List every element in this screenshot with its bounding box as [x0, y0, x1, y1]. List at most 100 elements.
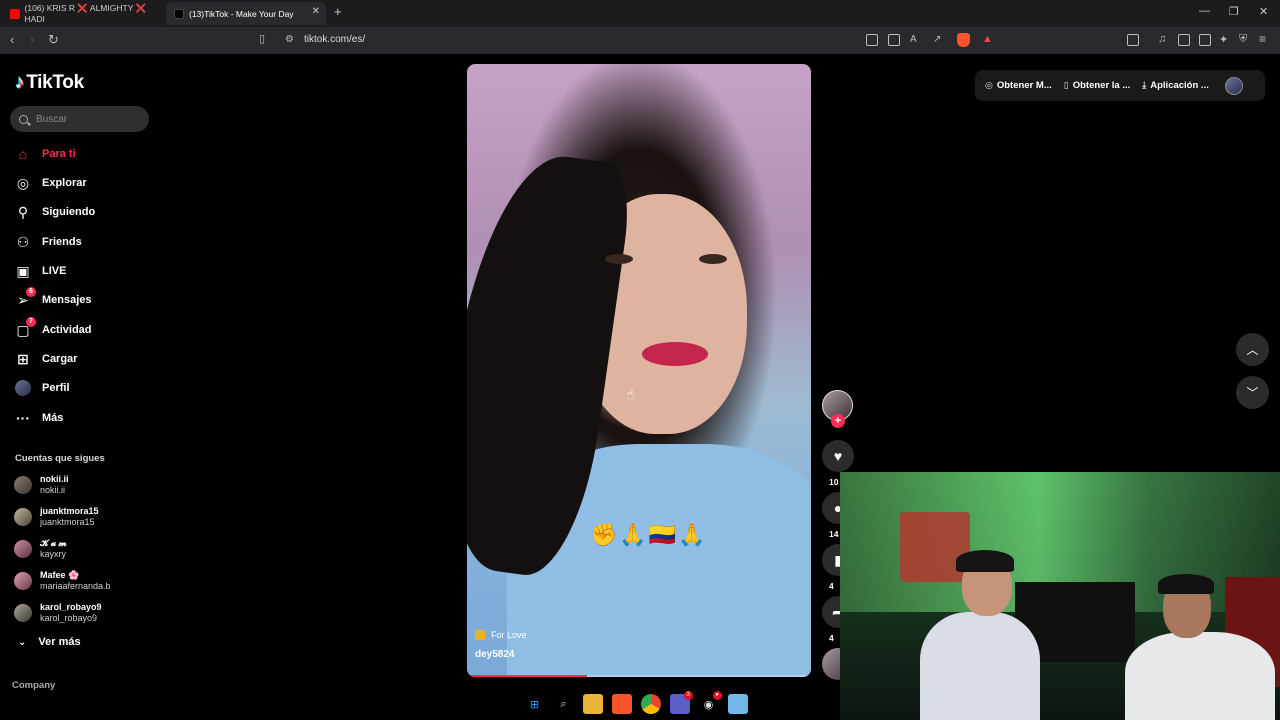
sound-icon: [475, 630, 485, 640]
follow-plus-icon[interactable]: +: [831, 414, 845, 428]
file-explorer-icon[interactable]: [582, 694, 603, 714]
following-section-title: Cuentas que sigues: [15, 453, 105, 464]
account-handle: juanktmora15: [40, 517, 95, 527]
following-account[interactable]: Mafee 🌸 mariaafernanda.b: [14, 568, 111, 594]
sidebar-toggle-icon[interactable]: [1178, 34, 1190, 46]
brave-shields-icon[interactable]: [957, 33, 970, 47]
brave-rewards-icon[interactable]: ▲: [982, 33, 993, 45]
windows-taskbar: ⊞ ⌕ 3 ◉ ●: [520, 690, 760, 718]
search-icon: [19, 114, 28, 124]
nav-label: Cargar: [42, 353, 78, 365]
sound-name: For Love: [491, 630, 527, 640]
previous-video-button[interactable]: ︿: [1236, 333, 1269, 366]
get-coins-label: Obtener M...: [996, 80, 1052, 91]
chevron-down-icon: ﹀: [1246, 386, 1259, 400]
tab-tiktok[interactable]: (13)TikTok - Make Your Day ✕: [166, 2, 326, 25]
download-app-button[interactable]: ⤓ Aplicación ...: [1142, 80, 1209, 91]
following-account[interactable]: nokii.ii nokii.ii: [14, 472, 69, 498]
nav-mensajes[interactable]: ➢ 6 Mensajes: [14, 287, 92, 311]
video-author[interactable]: dey5824: [475, 649, 514, 660]
search-placeholder: Buscar: [36, 113, 68, 125]
nav-para-ti[interactable]: ⌂ Para ti: [14, 143, 76, 165]
save-count: 4: [829, 581, 834, 591]
leo-ai-icon[interactable]: ✦: [1219, 33, 1228, 46]
nav-label: Más: [42, 412, 64, 424]
next-video-button[interactable]: ﹀: [1236, 376, 1269, 409]
sound-label[interactable]: For Love: [475, 630, 527, 640]
nav-label: LIVE: [42, 265, 67, 277]
cast-icon[interactable]: [888, 34, 900, 46]
new-tab-button[interactable]: +: [334, 4, 342, 19]
nav-label: Siguiendo: [42, 206, 96, 218]
like-count: 10: [829, 477, 839, 487]
noscript-icon[interactable]: [866, 34, 878, 46]
nav-mas[interactable]: ··· Más: [14, 407, 63, 429]
screenshot-icon[interactable]: [1127, 34, 1139, 46]
bookmark-icon[interactable]: ▯: [259, 32, 265, 45]
like-button[interactable]: ♥: [822, 440, 854, 472]
nav-label: Para ti: [42, 148, 76, 160]
chrome-icon[interactable]: [640, 694, 661, 714]
close-window-icon[interactable]: ✕: [1259, 5, 1268, 18]
vpn-icon[interactable]: ⛨: [1239, 33, 1247, 46]
avatar: [14, 476, 32, 494]
search-input[interactable]: Buscar: [10, 106, 149, 132]
nav-siguiendo[interactable]: ⚲ Siguiendo: [14, 201, 95, 223]
profile-avatar[interactable]: [1224, 76, 1243, 95]
heart-icon: ♥: [833, 448, 843, 464]
account-name: karol_robayo9: [40, 602, 102, 612]
video-frame-eye: [605, 254, 633, 264]
following-account[interactable]: juanktmora15 juanktmora15: [14, 504, 99, 530]
avatar: [14, 540, 32, 558]
forward-icon[interactable]: ›: [30, 32, 34, 47]
following-account[interactable]: 𝓚 𝓪 𝓶 kayxry: [14, 536, 67, 562]
media-icon[interactable]: ♫: [1158, 33, 1166, 45]
back-icon[interactable]: ‹: [10, 32, 14, 47]
get-app-button[interactable]: ▯ Obtener la ...: [1064, 80, 1131, 91]
share-icon[interactable]: ↗: [933, 34, 941, 45]
account-name: Mafee 🌸: [40, 570, 80, 580]
close-tab-icon[interactable]: ✕: [312, 6, 320, 17]
menu-icon[interactable]: ≡: [1259, 32, 1266, 46]
url-field[interactable]: tiktok.com/es/: [304, 34, 365, 45]
video-player[interactable]: ✊🙏🇨🇴🙏 For Love dey5824: [467, 64, 811, 677]
account-handle: karol_robayo9: [40, 613, 98, 623]
more-icon: ···: [16, 410, 30, 426]
video-progress-bar[interactable]: [467, 675, 811, 677]
see-more-button[interactable]: ⌄ Ver más: [18, 636, 81, 648]
translate-icon[interactable]: A: [910, 34, 917, 45]
minimize-icon[interactable]: —: [1199, 5, 1210, 17]
search-icon[interactable]: ⌕: [554, 694, 574, 714]
tiktok-logo[interactable]: ♪ TikTok: [15, 72, 84, 94]
tab-youtube[interactable]: (106) KRIS R ❌ ALMIGHTY ❌ HADI: [2, 2, 162, 25]
restore-icon[interactable]: ❐: [1229, 5, 1239, 18]
download-icon: ⤓: [1142, 80, 1147, 90]
webcam-person-left: [920, 612, 1040, 720]
nav-explorar[interactable]: ◎ Explorar: [14, 172, 87, 194]
tiktok-note-icon: ♪: [15, 72, 25, 93]
obs-icon[interactable]: ◉ ●: [699, 691, 722, 714]
wallet-icon[interactable]: [1199, 34, 1211, 46]
share-count: 4: [829, 633, 834, 643]
site-info-icon[interactable]: ⚙: [285, 34, 294, 45]
get-coins-button[interactable]: ◎ Obtener M...: [985, 80, 1052, 91]
footer-company[interactable]: Company: [12, 680, 55, 691]
youtube-icon: [10, 8, 20, 19]
notepad-icon[interactable]: [727, 694, 748, 714]
teams-icon[interactable]: 3: [669, 691, 693, 714]
reload-icon[interactable]: ↻: [48, 32, 59, 48]
following-account[interactable]: karol_robayo9 karol_robayo9: [14, 600, 102, 626]
video-frame-lips: [642, 342, 708, 366]
nav-actividad[interactable]: ▢ 7 Actividad: [14, 317, 92, 341]
windows-start-icon[interactable]: ⊞: [525, 694, 545, 714]
brave-browser-icon[interactable]: [611, 694, 632, 714]
friends-icon: ⚇: [16, 233, 30, 250]
compass-icon: ◎: [16, 174, 30, 191]
nav-cargar[interactable]: ⊞ Cargar: [14, 348, 77, 370]
tab-label: (13)TikTok - Make Your Day: [189, 8, 294, 19]
nav-live[interactable]: ▣ LIVE: [14, 260, 66, 282]
phone-icon: ▯: [1063, 80, 1069, 90]
nav-perfil[interactable]: Perfil: [14, 377, 70, 399]
nav-friends[interactable]: ⚇ Friends: [14, 231, 82, 253]
logo-text: TikTok: [26, 72, 84, 93]
